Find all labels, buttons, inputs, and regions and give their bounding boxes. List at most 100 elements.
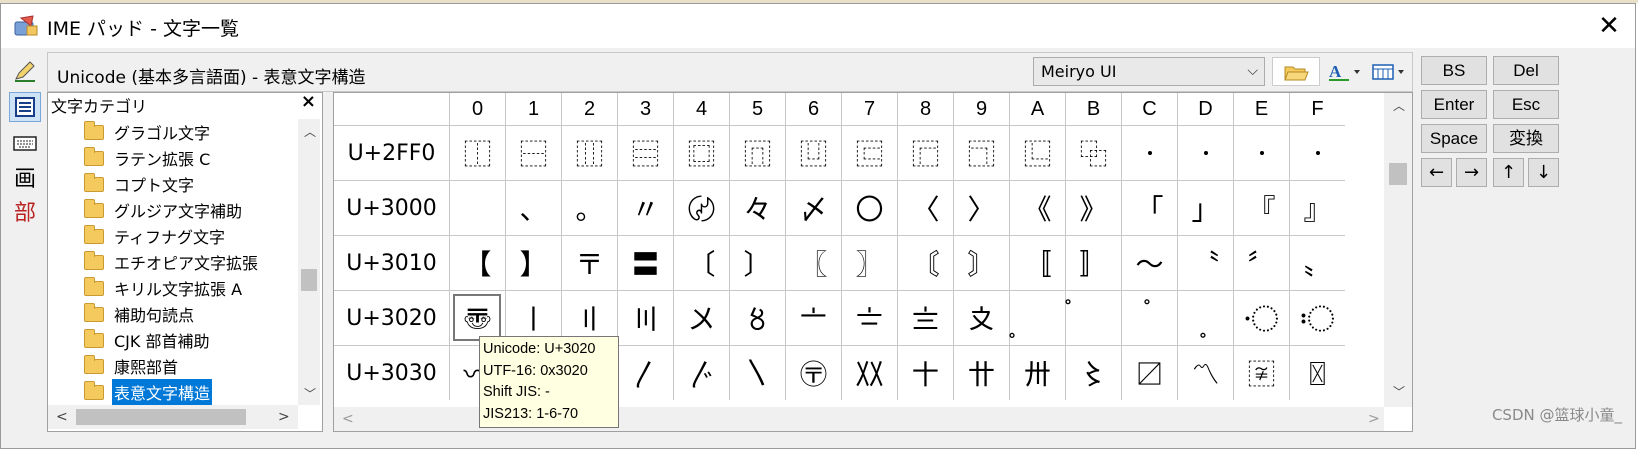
char-cell[interactable]: 〟 <box>1289 235 1345 290</box>
char-cell[interactable]: 〵 <box>729 345 785 400</box>
scroll-thumb[interactable] <box>76 409 246 425</box>
char-cell[interactable]: 〿 <box>1289 345 1345 400</box>
scroll-down-icon[interactable]: ﹀ <box>304 385 316 402</box>
char-cell[interactable]: ⿶ <box>785 125 841 180</box>
category-item[interactable]: ティフナグ文字 <box>84 223 227 249</box>
up-arrow-key[interactable]: ↑ <box>1493 158 1524 187</box>
font-select[interactable]: Meiryo UI ⌵ <box>1033 57 1265 86</box>
char-cell[interactable]: 》 <box>1065 180 1121 235</box>
char-cell[interactable]: 〭 <box>1177 290 1233 345</box>
char-cell[interactable]: 〛 <box>1065 235 1121 290</box>
enter-key[interactable]: Enter <box>1421 90 1487 119</box>
char-cell[interactable]: 〙 <box>953 235 1009 290</box>
scroll-right-icon[interactable]: > <box>1368 411 1380 427</box>
category-item[interactable]: エチオピア文字拡張 <box>84 249 260 275</box>
handwriting-tool-button[interactable] <box>9 56 41 86</box>
char-cell[interactable]: 〫 <box>1065 290 1121 345</box>
char-cell[interactable]: 〸 <box>897 345 953 400</box>
char-cell[interactable] <box>1233 125 1289 180</box>
scroll-thumb[interactable] <box>1389 163 1407 185</box>
char-cell[interactable]: 〉 <box>953 180 1009 235</box>
char-cell[interactable]: 〃 <box>617 180 673 235</box>
char-cell[interactable]: 〻 <box>1065 345 1121 400</box>
char-cell[interactable]: 【 <box>449 235 505 290</box>
char-cell[interactable]: ⿱ <box>505 125 561 180</box>
char-cell[interactable]: 〺 <box>1009 345 1065 400</box>
char-cell[interactable]: 〞 <box>1233 235 1289 290</box>
char-cell[interactable]: 、 <box>505 180 561 235</box>
category-item[interactable]: グルジア文字補助 <box>84 197 244 223</box>
char-cell[interactable]: 〣 <box>617 290 673 345</box>
char-cell[interactable]: ⿰ <box>449 125 505 180</box>
left-arrow-key[interactable]: ← <box>1421 158 1452 187</box>
scroll-right-icon[interactable]: > <box>278 409 290 425</box>
font-size-button[interactable]: A <box>1326 57 1364 86</box>
char-cell[interactable] <box>1121 125 1177 180</box>
char-cell[interactable]: 〦 <box>785 290 841 345</box>
right-arrow-key[interactable]: → <box>1456 158 1487 187</box>
char-cell[interactable]: 〈 <box>897 180 953 235</box>
char-cell[interactable]: 〶 <box>785 345 841 400</box>
category-item[interactable]: CJK 部首補助 <box>84 327 211 353</box>
char-cell[interactable]: ⿸ <box>897 125 953 180</box>
char-cell[interactable]: 〔 <box>673 235 729 290</box>
stroke-count-tool-button[interactable]: 画 <box>9 162 41 192</box>
del-key[interactable]: Del <box>1493 56 1559 85</box>
category-item[interactable]: 康熙部首 <box>84 353 180 379</box>
scroll-down-icon[interactable]: ﹀ <box>1393 383 1405 400</box>
char-cell[interactable]: 〘 <box>897 235 953 290</box>
char-cell[interactable]: 〽 <box>1177 345 1233 400</box>
scroll-left-icon[interactable]: < <box>342 411 354 427</box>
scroll-thumb[interactable] <box>301 269 317 291</box>
view-options-button[interactable] <box>1370 57 1408 86</box>
char-cell[interactable] <box>449 180 505 235</box>
char-cell[interactable]: 々 <box>729 180 785 235</box>
char-cell[interactable]: ⿺ <box>1009 125 1065 180</box>
char-cell[interactable] <box>1289 125 1345 180</box>
category-item[interactable]: 補助句読点 <box>84 301 196 327</box>
scroll-up-icon[interactable]: ︿ <box>304 123 316 140</box>
char-cell[interactable]: 〧 <box>841 290 897 345</box>
char-cell[interactable]: 〴 <box>673 345 729 400</box>
char-cell[interactable]: 〼 <box>1121 345 1177 400</box>
category-item[interactable]: コプト文字 <box>84 171 196 197</box>
scroll-up-icon[interactable]: ︿ <box>1393 97 1405 114</box>
char-cell[interactable]: ⿲ <box>561 125 617 180</box>
char-cell[interactable]: ⿵ <box>729 125 785 180</box>
soft-keyboard-tool-button[interactable] <box>9 128 41 158</box>
char-cell[interactable]: ⿴ <box>673 125 729 180</box>
char-cell[interactable]: 〨 <box>897 290 953 345</box>
char-cell[interactable]: 。 <box>561 180 617 235</box>
char-cell[interactable]: 〕 <box>729 235 785 290</box>
char-cell[interactable]: 〓 <box>617 235 673 290</box>
char-cell[interactable]: 〯 <box>1289 290 1345 345</box>
char-cell[interactable]: 〳 <box>617 345 673 400</box>
category-horizontal-scrollbar[interactable]: < > <box>48 405 298 429</box>
char-cell[interactable]: ⿳ <box>617 125 673 180</box>
char-cell[interactable]: 〝 <box>1177 235 1233 290</box>
char-cell[interactable]: 〤 <box>673 290 729 345</box>
char-cell[interactable]: 〗 <box>841 235 897 290</box>
char-cell[interactable]: 〖 <box>785 235 841 290</box>
category-item[interactable]: グラゴル文字 <box>84 119 212 145</box>
char-cell[interactable]: 〾 <box>1233 345 1289 400</box>
char-cell[interactable]: 〪 <box>1009 290 1065 345</box>
char-cell[interactable]: ⿹ <box>953 125 1009 180</box>
down-arrow-key[interactable]: ↓ <box>1528 158 1559 187</box>
char-cell[interactable]: 』 <box>1289 180 1345 235</box>
char-cell[interactable]: 〒 <box>561 235 617 290</box>
radical-tool-button[interactable]: 部 <box>9 196 41 226</box>
char-cell[interactable] <box>1177 125 1233 180</box>
char-list-tool-button[interactable] <box>9 92 41 122</box>
category-item[interactable]: ラテン拡張 C <box>84 145 212 171</box>
char-cell[interactable]: 〮 <box>1233 290 1289 345</box>
char-cell[interactable]: 〩 <box>953 290 1009 345</box>
char-cell[interactable]: 〆 <box>785 180 841 235</box>
char-cell[interactable]: 〜 <box>1121 235 1177 290</box>
font-folder-button[interactable] <box>1272 57 1320 86</box>
char-cell[interactable]: 〥 <box>729 290 785 345</box>
char-cell[interactable]: ⿷ <box>841 125 897 180</box>
bs-key[interactable]: BS <box>1421 56 1487 85</box>
char-cell[interactable]: 「 <box>1121 180 1177 235</box>
char-cell[interactable]: 《 <box>1009 180 1065 235</box>
